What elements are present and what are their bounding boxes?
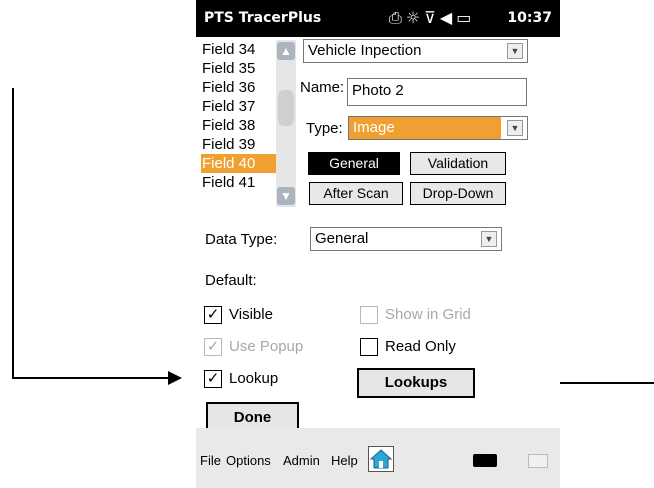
name-field[interactable]: Photo 2 xyxy=(347,78,527,106)
lookups-button[interactable]: Lookups xyxy=(357,368,475,398)
use-popup-label: Use Popup xyxy=(229,338,304,355)
lookup-checkbox[interactable]: ✓ Lookup xyxy=(204,368,324,392)
data-type-label: Data Type: xyxy=(205,231,278,248)
annotation-arrow-left-vertical xyxy=(12,88,14,379)
scroll-up-icon[interactable]: ▲ xyxy=(277,42,295,60)
data-type-value: General xyxy=(315,230,369,247)
chevron-down-icon[interactable]: ▼ xyxy=(481,231,497,247)
checkmark-icon[interactable]: ✓ xyxy=(204,338,222,356)
annotation-arrow-left-horizontal xyxy=(12,377,172,379)
scroll-thumb[interactable] xyxy=(278,90,294,126)
menu-admin[interactable]: Admin xyxy=(283,453,320,468)
status-bar: PTS TracerPlus ⎙☼⊽◀▭ 10:37 xyxy=(196,0,560,37)
sync-icon: ⎙ xyxy=(389,8,406,27)
checkmark-icon[interactable]: ✓ xyxy=(204,370,222,388)
type-dropdown[interactable]: Image ▼ xyxy=(348,116,528,140)
tab-after-scan[interactable]: After Scan xyxy=(309,182,403,205)
tab-validation[interactable]: Validation xyxy=(410,152,506,175)
use-popup-checkbox[interactable]: ✓ Use Popup xyxy=(204,336,334,360)
checkmark-icon[interactable]: ✓ xyxy=(204,306,222,324)
annotation-arrowhead-left xyxy=(168,371,182,385)
data-type-dropdown[interactable]: General ▼ xyxy=(310,227,502,251)
volume-icon: ◀ xyxy=(439,8,457,27)
read-only-checkbox[interactable]: Read Only xyxy=(360,336,490,360)
status-icons: ⎙☼⊽◀▭ xyxy=(389,8,475,28)
menu-file[interactable]: File xyxy=(200,453,221,468)
menu-help[interactable]: Help xyxy=(331,453,358,468)
field-group-value: Vehicle Inpection xyxy=(308,42,422,59)
type-label: Type: xyxy=(306,120,343,137)
connectivity-icon: ☼ xyxy=(405,8,425,27)
field-group-dropdown[interactable]: Vehicle Inpection ▼ xyxy=(303,39,528,63)
chevron-down-icon[interactable]: ▼ xyxy=(507,43,523,59)
signal-off-icon: ⊽ xyxy=(424,8,440,27)
tab-drop-down[interactable]: Drop-Down xyxy=(410,182,506,205)
app-title: PTS TracerPlus xyxy=(204,10,322,26)
clock[interactable]: 10:37 xyxy=(507,10,552,26)
battery-charging-icon: ▭ xyxy=(456,8,476,27)
show-in-grid-checkbox[interactable]: Show in Grid xyxy=(360,304,510,328)
type-value: Image xyxy=(349,117,501,139)
menu-bar: File Options Admin Help xyxy=(196,428,560,488)
menu-options[interactable]: Options xyxy=(226,453,271,468)
show-in-grid-label: Show in Grid xyxy=(385,306,471,323)
chevron-down-icon[interactable]: ▼ xyxy=(507,120,523,136)
name-value: Photo 2 xyxy=(352,82,404,99)
tab-general[interactable]: General xyxy=(308,152,400,175)
keyboard-icon[interactable] xyxy=(528,454,548,468)
read-only-label: Read Only xyxy=(385,338,456,355)
field-list-scrollbar[interactable]: ▲ ▼ xyxy=(276,40,296,207)
device-screen: PTS TracerPlus ⎙☼⊽◀▭ 10:37 Field 34 Fiel… xyxy=(196,0,560,488)
lookup-label: Lookup xyxy=(229,370,279,387)
name-label: Name: xyxy=(300,79,345,96)
scroll-down-icon[interactable]: ▼ xyxy=(277,187,295,205)
visible-label: Visible xyxy=(229,306,273,323)
home-icon[interactable] xyxy=(368,446,394,472)
home-glyph-icon xyxy=(369,449,393,469)
visible-checkbox[interactable]: ✓ Visible xyxy=(204,304,324,328)
default-label: Default: xyxy=(205,272,257,289)
battery-icon xyxy=(473,454,497,467)
